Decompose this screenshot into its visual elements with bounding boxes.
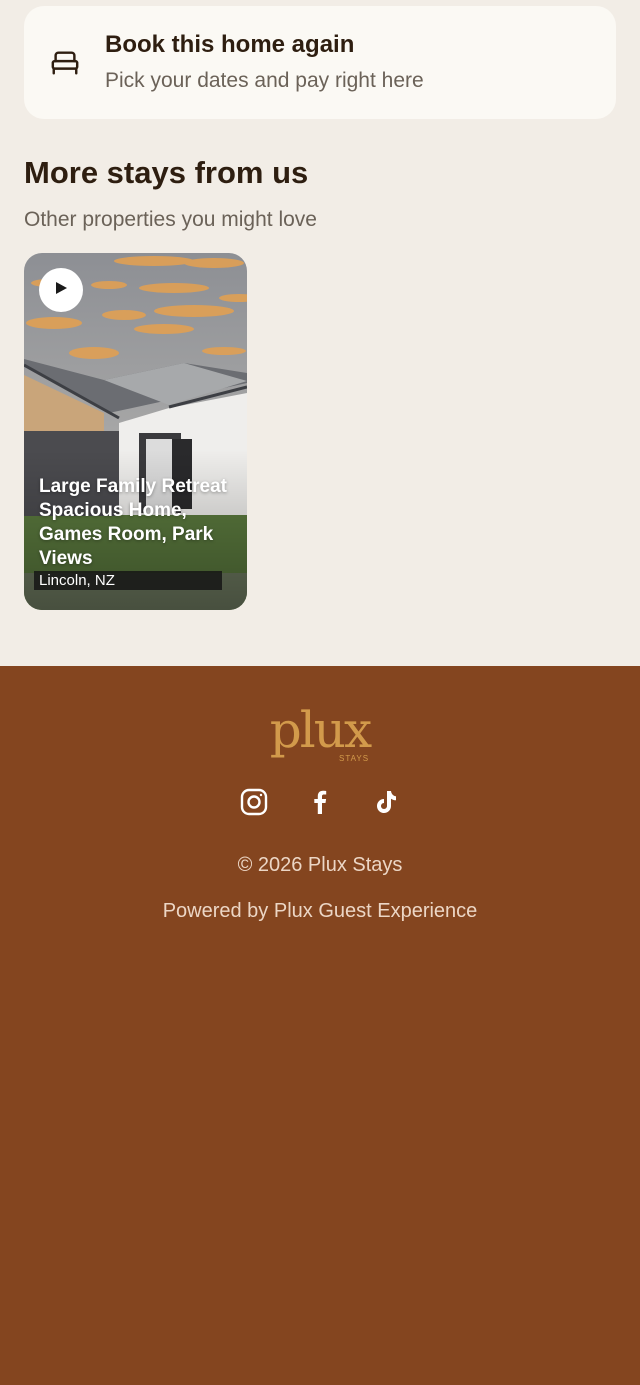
more-stays-title: More stays from us [24, 155, 309, 190]
book-again-title: Book this home again [105, 30, 355, 58]
book-again-card[interactable]: Book this home again Pick your dates and… [24, 6, 616, 119]
facebook-icon[interactable] [306, 788, 334, 816]
plux-logo[interactable]: plux STAYS [0, 701, 640, 763]
stay-card[interactable]: Large Family Retreat Spacious Home, Game… [24, 253, 247, 610]
powered-by-text[interactable]: Powered by Plux Guest Experience [0, 898, 640, 924]
bed-icon [50, 48, 80, 78]
social-links [0, 788, 640, 816]
logo-wordmark: plux [269, 701, 372, 759]
book-again-subtitle: Pick your dates and pay right here [105, 68, 424, 92]
play-video-button[interactable] [39, 268, 83, 312]
footer: plux STAYS © 2026 Plux Stays Powered by … [0, 666, 640, 1385]
instagram-icon[interactable] [240, 788, 268, 816]
play-icon [54, 281, 68, 300]
page: Book this home again Pick your dates and… [0, 0, 640, 1385]
stay-card-title: Large Family Retreat Spacious Home, Game… [39, 476, 227, 569]
copyright-text: © 2026 Plux Stays [237, 854, 403, 876]
tiktok-icon[interactable] [372, 788, 400, 816]
logo-subtext: STAYS [339, 754, 370, 763]
stay-card-location: Lincoln, NZ [34, 571, 222, 590]
more-stays-subtitle: Other properties you might love [24, 208, 317, 231]
